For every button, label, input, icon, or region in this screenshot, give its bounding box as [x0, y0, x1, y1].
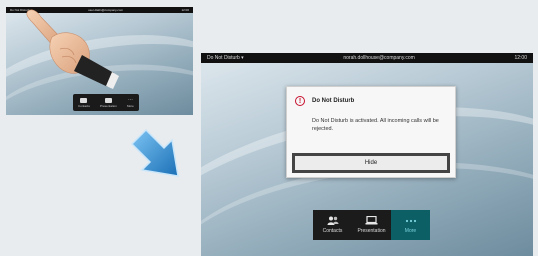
- small-dock-label: More: [127, 103, 134, 108]
- presentation-icon: [365, 216, 378, 225]
- contacts-icon: [80, 97, 88, 103]
- dnd-status-button[interactable]: Do Not Disturb ▾: [207, 55, 244, 61]
- dock-more[interactable]: More: [391, 210, 430, 240]
- large-screen: Do Not Disturb ▾ norah.dollhouse@company…: [201, 53, 533, 256]
- dialog-message: Do Not Disturb is activated. All incomin…: [312, 118, 439, 132]
- hide-button[interactable]: Hide: [292, 153, 450, 173]
- pointing-hand-icon: [26, 9, 119, 89]
- small-dock-contacts[interactable]: Contacts: [78, 97, 90, 108]
- presentation-icon: [104, 97, 112, 103]
- dock: Contacts Presentation More: [313, 210, 430, 240]
- arrow-down-right-icon: [130, 128, 179, 177]
- small-status-time: 12:00: [181, 8, 189, 12]
- small-dock-more[interactable]: ··· More: [127, 96, 134, 108]
- dock-presentation[interactable]: Presentation: [352, 210, 391, 240]
- contacts-icon: [327, 216, 338, 225]
- status-address: norah.dollhouse@company.com: [343, 55, 415, 61]
- small-dock-label: Presentation: [99, 103, 117, 108]
- dnd-dialog: ! Do Not Disturb Do Not Disturb is activ…: [286, 86, 456, 178]
- small-dock-label: Contacts: [78, 103, 90, 108]
- dock-label-contacts: Contacts: [322, 228, 343, 234]
- more-icon: ···: [127, 96, 133, 103]
- status-time: 12:00: [514, 55, 527, 61]
- small-dock: Contacts Presentation ··· More: [73, 94, 139, 111]
- dock-label-more: More: [404, 228, 417, 234]
- more-icon: [405, 219, 416, 223]
- dock-contacts[interactable]: Contacts: [313, 210, 352, 240]
- dialog-header: ! Do Not Disturb: [295, 96, 354, 106]
- warning-icon: !: [295, 96, 305, 106]
- small-dock-presentation[interactable]: Presentation: [99, 97, 117, 108]
- status-bar: Do Not Disturb ▾ norah.dollhouse@company…: [201, 53, 533, 63]
- dialog-title: Do Not Disturb: [312, 98, 355, 104]
- dock-label-presentation: Presentation: [357, 228, 386, 234]
